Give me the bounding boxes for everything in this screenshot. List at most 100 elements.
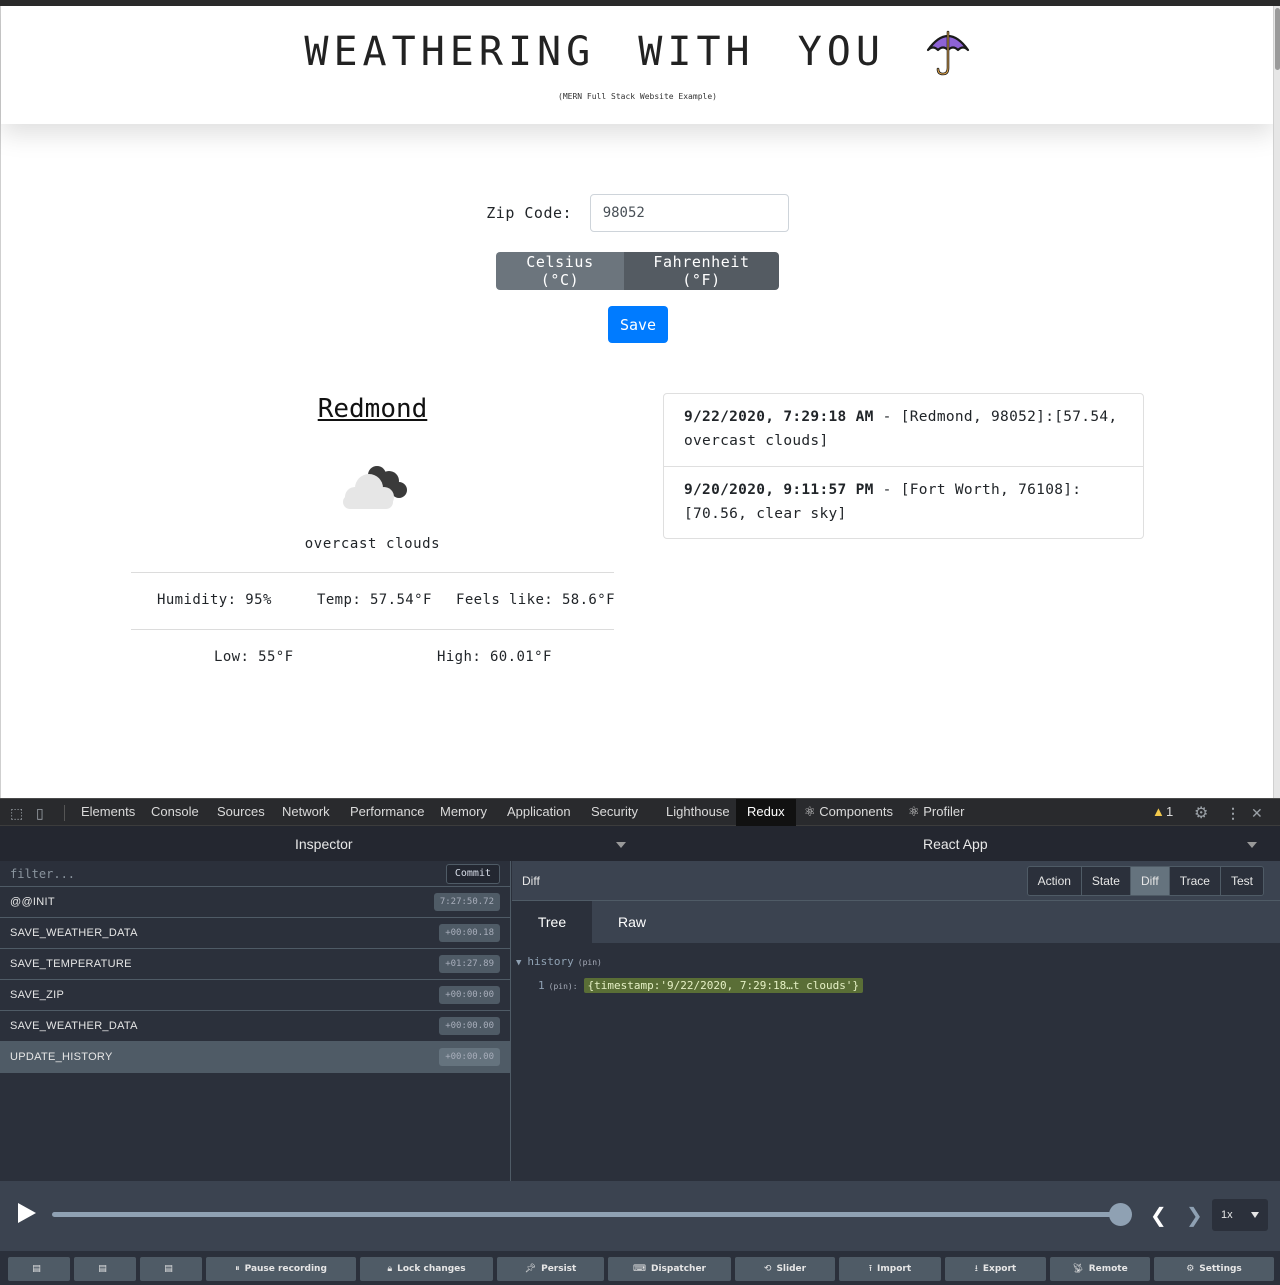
remote-button[interactable]: 📡︎ Remote [1050, 1257, 1150, 1281]
pause-recording-button[interactable]: ⏸ Pause recording [206, 1257, 356, 1281]
chevron-down-icon[interactable] [1247, 842, 1257, 848]
city-name: Redmond [317, 394, 428, 424]
zip-label: Zip Code: [486, 204, 573, 222]
fahrenheit-button[interactable]: Fahrenheit (°F) [624, 252, 779, 290]
chevron-down-icon[interactable] [616, 842, 626, 848]
view-tabs: Tree Raw [512, 901, 1280, 943]
tab-action[interactable]: Action [1027, 867, 1081, 895]
tab-redux[interactable]: Redux [736, 799, 796, 827]
layout-right-button[interactable]: ▤ [74, 1257, 136, 1281]
button-label: Settings [1199, 1264, 1242, 1274]
tab-security[interactable]: Security [591, 804, 638, 819]
tab-sources[interactable]: Sources [217, 804, 265, 819]
tab-raw[interactable]: Raw [592, 901, 672, 943]
action-time: +00:00.00 [439, 1017, 500, 1035]
save-button[interactable]: Save [608, 306, 668, 343]
tab-components[interactable]: ⚛ Components [804, 804, 893, 820]
gear-icon: ⚙ [1186, 1264, 1195, 1274]
inspect-element-icon[interactable]: ⬚ [10, 805, 23, 822]
divider [664, 466, 1143, 467]
tab-state[interactable]: State [1080, 867, 1130, 895]
history-timestamp: 9/22/2020, 7:29:18 AM [684, 409, 874, 425]
upload-icon: ⭱ [868, 1264, 873, 1274]
instance-select[interactable]: React App [923, 836, 988, 852]
pin-icon: 📌︎ [524, 1264, 537, 1274]
tab-profiler[interactable]: ⚛ Profiler [908, 804, 964, 820]
timeline-slider[interactable] [52, 1212, 1120, 1217]
slider-monitor: ❮ ❯ 1x [0, 1181, 1280, 1251]
tab-trace[interactable]: Trace [1168, 867, 1220, 895]
tab-lighthouse[interactable]: Lighthouse [666, 804, 730, 819]
play-icon[interactable] [18, 1203, 36, 1223]
lock-changes-button[interactable]: 🔒︎ Lock changes [360, 1257, 493, 1281]
action-row[interactable]: SAVE_WEATHER_DATA +00:00.18 [0, 918, 511, 949]
settings-button[interactable]: ⚙ Settings [1154, 1257, 1274, 1281]
action-row[interactable]: @@INIT 7:27:50.72 [0, 887, 511, 918]
button-label: Remote [1088, 1264, 1128, 1274]
speed-select[interactable]: 1x [1212, 1199, 1268, 1231]
action-name: SAVE_WEATHER_DATA [10, 927, 138, 939]
pin-toggle[interactable]: (pin): [549, 982, 578, 991]
action-name: SAVE_WEATHER_DATA [10, 1020, 138, 1032]
tree-node: 1 (pin): {timestamp:'9/22/2020, 7:29:18…t … [538, 978, 864, 993]
inspector-select[interactable]: Inspector [295, 836, 353, 852]
divider [131, 629, 614, 630]
export-button[interactable]: ⭳ Export [945, 1257, 1046, 1281]
tree-node[interactable]: ▼ history (pin) [516, 955, 602, 968]
layout-bottom-icon: ▤ [164, 1264, 173, 1274]
tab-diff[interactable]: Diff [1129, 867, 1169, 895]
button-label: Import [877, 1264, 912, 1274]
redux-panel-header: Inspector React App [0, 826, 1280, 861]
close-icon[interactable]: ✕ [1251, 805, 1263, 822]
high-stat: High: 60.01°F [437, 649, 552, 665]
tab-memory[interactable]: Memory [440, 804, 487, 819]
chevron-down-icon [1251, 1212, 1259, 1218]
pin-toggle[interactable]: (pin) [578, 958, 602, 967]
tab-console[interactable]: Console [151, 804, 199, 819]
action-row[interactable]: SAVE_WEATHER_DATA +00:00.00 [0, 1011, 511, 1042]
history-icon: ⟲ [763, 1264, 772, 1274]
layout-left-button[interactable]: ▤ [8, 1257, 70, 1281]
gear-icon[interactable]: ⚙ [1194, 803, 1208, 823]
action-row-selected[interactable]: UPDATE_HISTORY +00:00.00 [0, 1042, 511, 1073]
persist-button[interactable]: 📌︎ Persist [497, 1257, 604, 1281]
slider-button[interactable]: ⟲ Slider [735, 1257, 835, 1281]
import-button[interactable]: ⭱ Import [839, 1257, 941, 1281]
antenna-icon: 📡︎ [1072, 1264, 1084, 1274]
humidity-stat: Humidity: 95% [157, 592, 272, 608]
monitor-title: Diff [522, 874, 540, 888]
tab-performance[interactable]: Performance [350, 804, 424, 819]
feels-like-stat: Feels like: 58.6°F [456, 592, 615, 608]
more-options-icon[interactable]: ⋮ [1226, 805, 1240, 822]
chevron-right-icon[interactable]: ❯ [1186, 1203, 1203, 1227]
page-scrollbar[interactable] [1273, 6, 1280, 798]
scrollbar-thumb[interactable] [1275, 8, 1280, 70]
slider-handle[interactable] [1109, 1203, 1132, 1226]
monitor-toolbar: Diff Action State Diff Trace Test [512, 861, 1280, 901]
dispatcher-button[interactable]: ⌨ Dispatcher [608, 1257, 731, 1281]
action-row[interactable]: SAVE_TEMPERATURE +01:27.89 [0, 949, 511, 980]
tab-network[interactable]: Network [282, 804, 330, 819]
action-list-pane: filter... Commit @@INIT 7:27:50.72 SAVE_W… [0, 861, 511, 1181]
celsius-button[interactable]: Celsius (°C) [496, 252, 624, 290]
zip-input[interactable] [589, 194, 789, 232]
chevron-left-icon[interactable]: ❮ [1150, 1203, 1167, 1227]
action-row[interactable]: SAVE_ZIP +00:00:00 [0, 980, 511, 1011]
button-label: Persist [541, 1264, 577, 1274]
site-subtitle: (MERN Full Stack Website Example) [558, 92, 717, 101]
diff-tree: ▼ history (pin) 1 (pin): {timestamp:'9/22/20… [512, 943, 1280, 1181]
warning-icon[interactable]: ▲ [1152, 804, 1165, 819]
zip-form: Zip Code: [1, 194, 1274, 232]
tab-application[interactable]: Application [507, 804, 571, 819]
filter-input[interactable]: filter... [10, 867, 75, 881]
triangle-down-icon[interactable]: ▼ [516, 958, 521, 968]
tab-elements[interactable]: Elements [81, 804, 135, 819]
commit-button[interactable]: Commit [445, 864, 500, 884]
tab-test[interactable]: Test [1219, 867, 1263, 895]
device-toolbar-icon[interactable]: ▯ [36, 805, 44, 822]
unit-toggle: Celsius (°C) Fahrenheit (°F) [496, 252, 779, 290]
button-label: Slider [776, 1264, 807, 1274]
layout-bottom-button[interactable]: ▤ [140, 1257, 202, 1281]
button-label: Dispatcher [650, 1264, 706, 1274]
tab-tree[interactable]: Tree [512, 901, 592, 943]
